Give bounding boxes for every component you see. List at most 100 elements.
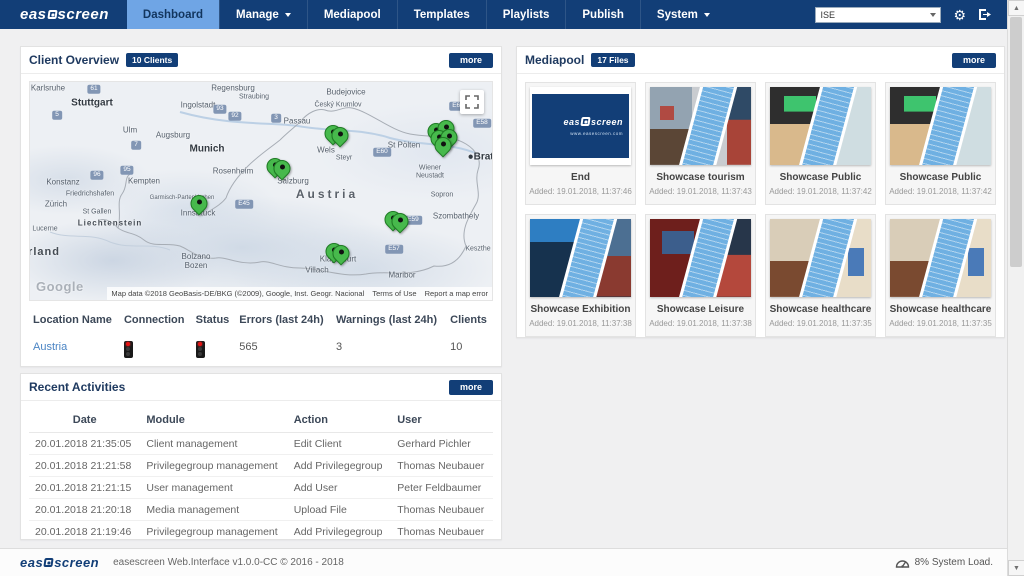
client-overview-more-button[interactable]: more	[449, 53, 493, 68]
client-map-marker[interactable]	[332, 127, 349, 144]
media-card[interactable]: Showcase ExhibitionAdded: 19.01.2018, 11…	[525, 214, 636, 337]
client-table: Location NameConnectionStatusErrors (las…	[29, 309, 493, 366]
top-navbar: easscreen Dashboard Manage Mediapool Templa…	[0, 0, 1007, 29]
media-card[interactable]: Showcase healthcare Added: 19.01.2018, 11…	[765, 214, 876, 337]
activity-action: Upload File	[288, 499, 392, 521]
marker-dot	[197, 200, 202, 205]
media-title: Showcase healthcare	[888, 304, 993, 315]
activity-user: Peter Feldbaumer	[391, 477, 493, 499]
logo-text-eas: eas	[563, 117, 580, 127]
media-card[interactable]: Showcase healthcareAdded: 19.01.2018, 11…	[885, 214, 996, 337]
media-label: Showcase ExhibitionAdded: 19.01.2018, 11…	[526, 297, 635, 336]
nav-item-mediapool[interactable]: Mediapool	[307, 0, 397, 29]
media-card[interactable]: Showcase PublicAdded: 19.01.2018, 11:37:…	[765, 82, 876, 205]
activity-row[interactable]: 20.01.2018 21:20:18Media managementUploa…	[29, 499, 493, 521]
media-grid: easscreenwww.easescreen.comEndAdded: 19.…	[525, 82, 996, 337]
activity-user: Thomas Neubauer	[391, 499, 493, 521]
nav-item-system[interactable]: System	[640, 0, 726, 29]
gauge-icon	[895, 557, 910, 568]
activity-module: Privilegegroup management	[140, 455, 287, 477]
client-map-marker[interactable]	[191, 195, 208, 212]
activity-user: Gerhard Pichler	[391, 433, 493, 455]
scrollbar-down-arrow[interactable]: ▼	[1008, 560, 1024, 576]
activity-action: Add Privilegegroup	[288, 455, 392, 477]
search-select-value: ISE	[820, 10, 930, 20]
logo-text-screen: screen	[58, 6, 109, 23]
activity-row[interactable]: 20.01.2018 21:35:05Client managementEdit…	[29, 433, 493, 455]
activity-date: 20.01.2018 21:21:58	[29, 455, 140, 477]
scrollbar-thumb[interactable]	[1010, 17, 1022, 267]
navbar-right: ISE ⚙	[815, 0, 993, 29]
media-card[interactable]: easscreenwww.easescreen.comEndAdded: 19.…	[525, 82, 636, 205]
recent-activities-more-button[interactable]: more	[449, 380, 493, 395]
logo-text-eas: eas	[20, 555, 43, 570]
nav-item-label: Mediapool	[324, 9, 381, 21]
vertical-scrollbar[interactable]: ▲ ▼	[1007, 0, 1024, 576]
logo-square-icon	[47, 10, 57, 19]
media-title: Showcase healthcare	[768, 304, 873, 315]
nav-item-dashboard[interactable]: Dashboard	[127, 0, 219, 29]
brand-logo[interactable]: easscreen	[0, 0, 127, 29]
nav-item-label: Templates	[414, 9, 470, 21]
media-card[interactable]: Showcase tourismAdded: 19.01.2018, 11:37…	[645, 82, 756, 205]
activity-row[interactable]: 20.01.2018 21:19:46Privilegegroup manage…	[29, 521, 493, 543]
media-label: Showcase healthcareAdded: 19.01.2018, 11…	[886, 297, 995, 336]
map-fullscreen-button[interactable]	[460, 90, 484, 114]
marker-dot	[338, 132, 343, 137]
map-borders	[30, 82, 493, 301]
nav-item-label: System	[657, 9, 698, 21]
end-slide: easscreenwww.easescreen.com	[532, 94, 629, 158]
nav-item-templates[interactable]: Templates	[397, 0, 486, 29]
report-map-error-link[interactable]: Report a map error	[425, 289, 488, 298]
gear-icon[interactable]: ⚙	[953, 8, 966, 22]
client-map-marker[interactable]	[274, 160, 291, 177]
system-load-text: 8% System Load.	[915, 557, 993, 568]
logo-square-icon	[580, 117, 590, 126]
footer: easscreen easescreen Web.Interface v1.0.…	[0, 548, 1007, 576]
client-overview-panel: Client Overview 10 Clients more Karlsruh…	[20, 46, 502, 367]
client-connection-cell	[120, 333, 192, 366]
client-location-link[interactable]: Austria	[33, 341, 67, 353]
media-added-date: Added: 19.01.2018, 11:37:46	[528, 187, 633, 196]
media-label: Showcase tourismAdded: 19.01.2018, 11:37…	[646, 165, 755, 204]
media-thumbnail: easscreenwww.easescreen.com	[530, 87, 631, 165]
client-map-marker[interactable]	[392, 213, 409, 230]
client-map-marker[interactable]	[435, 137, 452, 154]
client-table-header: Connection	[120, 309, 192, 333]
chevron-down-icon	[285, 13, 291, 17]
search-select[interactable]: ISE	[815, 7, 941, 23]
scrollbar-up-arrow[interactable]: ▲	[1008, 0, 1024, 16]
nav-item-label: Dashboard	[143, 9, 203, 21]
activity-date: 20.01.2018 21:21:15	[29, 477, 140, 499]
nav-item-playlists[interactable]: Playlists	[486, 0, 566, 29]
activities-table-header: Action	[288, 410, 392, 433]
activity-module: User management	[140, 477, 287, 499]
client-clients-cell: 10	[446, 333, 493, 366]
activity-action: Edit Client	[288, 433, 392, 455]
marker-dot	[339, 250, 344, 255]
client-map-marker[interactable]	[333, 245, 350, 262]
client-warnings-cell: 3	[332, 333, 446, 366]
activities-table: DateModuleActionUser 20.01.2018 21:35:05…	[29, 410, 493, 542]
media-card[interactable]: Showcase LeisureAdded: 19.01.2018, 11:37…	[645, 214, 756, 337]
logo-text-screen: screen	[591, 117, 623, 127]
mediapool-more-button[interactable]: more	[952, 53, 996, 68]
media-added-date: Added: 19.01.2018, 11:37:43	[648, 187, 753, 196]
client-overview-header: Client Overview 10 Clients more	[21, 47, 501, 74]
clients-map[interactable]: KarlsruheStuttgartRegensburgStraubingBud…	[29, 81, 493, 301]
logout-icon[interactable]	[978, 8, 993, 21]
media-added-date: Added: 19.01.2018, 11:37:35	[768, 319, 873, 328]
activity-row[interactable]: 20.01.2018 21:21:15User managementAdd Us…	[29, 477, 493, 499]
media-title: End	[528, 172, 633, 183]
media-label: Showcase PublicAdded: 19.01.2018, 11:37:…	[766, 165, 875, 204]
recent-activities-title: Recent Activities	[29, 380, 125, 394]
nav-item-publish[interactable]: Publish	[565, 0, 640, 29]
client-table-header: Errors (last 24h)	[235, 309, 332, 333]
mediapool-header: Mediapool 17 Files more	[517, 47, 1004, 74]
marker-dot	[441, 142, 446, 147]
nav-item-manage[interactable]: Manage	[219, 0, 307, 29]
activity-row[interactable]: 20.01.2018 21:21:58Privilegegroup manage…	[29, 455, 493, 477]
activities-table-header: Module	[140, 410, 287, 433]
terms-of-use-link[interactable]: Terms of Use	[372, 289, 416, 298]
media-card[interactable]: Showcase PublicAdded: 19.01.2018, 11:37:…	[885, 82, 996, 205]
